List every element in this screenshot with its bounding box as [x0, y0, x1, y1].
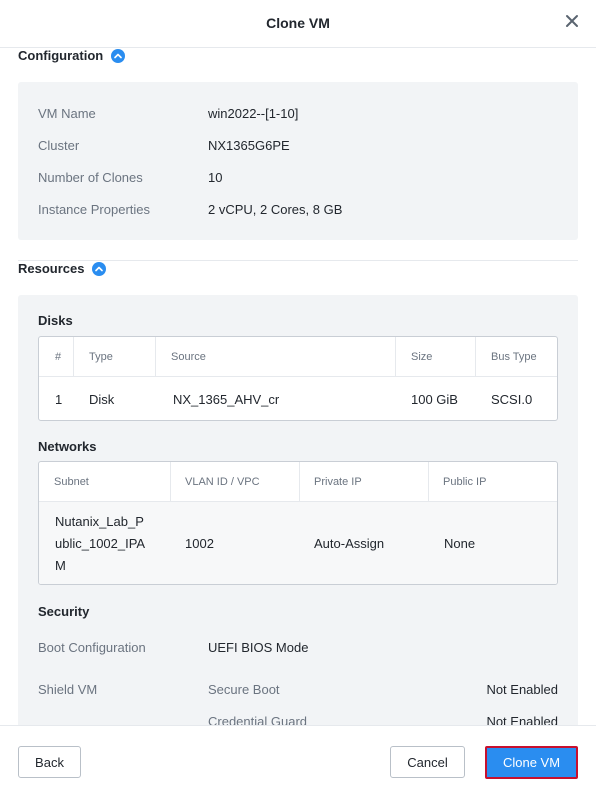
- networks-heading: Networks: [38, 439, 97, 454]
- column-header-vlan[interactable]: VLAN ID / VPC: [185, 476, 260, 488]
- column-header-type[interactable]: Type: [89, 351, 113, 363]
- disk-row-source: NX_1365_AHV_cr: [173, 392, 280, 407]
- number-of-clones-value: 10: [208, 170, 223, 185]
- clone-vm-button[interactable]: Clone VM: [489, 750, 574, 775]
- credential-guard-label: Credential Guard: [208, 714, 307, 725]
- credential-guard-status: Not Enabled: [486, 714, 558, 725]
- chevron-up-icon[interactable]: [92, 261, 107, 276]
- chevron-up-icon[interactable]: [111, 48, 126, 63]
- resources-heading: Resources: [18, 261, 107, 276]
- configuration-title: Configuration: [18, 48, 104, 63]
- dialog-body[interactable]: Configuration VM Name win2022--[1-10] Cl…: [0, 48, 596, 725]
- column-separator: [170, 462, 171, 502]
- disk-row-number: 1: [55, 392, 63, 407]
- number-of-clones-label: Number of Clones: [38, 170, 143, 185]
- network-subnet-line1: Nutanix_Lab_P: [55, 514, 144, 529]
- disk-row-type: Disk: [89, 392, 115, 407]
- network-public-ip: None: [444, 536, 476, 551]
- network-subnet-line2: ublic_1002_IPA: [55, 536, 146, 551]
- dialog-footer: Back Cancel Clone VM: [0, 725, 596, 793]
- back-button[interactable]: Back: [18, 746, 81, 778]
- network-vlan: 1002: [185, 536, 214, 551]
- disks-table-header: [39, 337, 557, 377]
- column-header-source[interactable]: Source: [171, 351, 206, 363]
- instance-properties-label: Instance Properties: [38, 202, 151, 217]
- column-header-public-ip[interactable]: Public IP: [443, 476, 486, 488]
- close-icon[interactable]: [564, 13, 580, 29]
- cancel-button[interactable]: Cancel: [390, 746, 465, 778]
- instance-properties-value: 2 vCPU, 2 Cores, 8 GB: [208, 202, 343, 217]
- boot-configuration-label: Boot Configuration: [38, 640, 146, 655]
- column-separator: [428, 462, 429, 502]
- networks-table: Subnet VLAN ID / VPC Private IP Public I…: [38, 461, 558, 585]
- column-separator: [475, 337, 476, 377]
- clone-vm-button-highlight: Clone VM: [485, 746, 578, 779]
- network-subnet-line3: M: [55, 558, 66, 573]
- secure-boot-label: Secure Boot: [208, 682, 280, 697]
- security-heading: Security: [38, 604, 90, 619]
- column-header-subnet[interactable]: Subnet: [54, 476, 89, 488]
- column-separator: [395, 337, 396, 377]
- vm-name-value: win2022--[1-10]: [208, 106, 299, 121]
- disks-table: # Type Source Size Bus Type 1 Disk NX_13…: [38, 336, 558, 421]
- column-header-private-ip[interactable]: Private IP: [314, 476, 362, 488]
- column-separator: [155, 337, 156, 377]
- secure-boot-status: Not Enabled: [486, 682, 558, 697]
- shield-vm-label: Shield VM: [38, 682, 98, 697]
- column-header-bus-type[interactable]: Bus Type: [491, 351, 537, 363]
- column-header-number[interactable]: #: [55, 351, 61, 363]
- network-private-ip: Auto-Assign: [314, 536, 385, 551]
- configuration-heading: Configuration: [18, 48, 126, 63]
- dialog-title: Clone VM: [266, 15, 330, 31]
- disk-row-bus: SCSI.0: [491, 392, 533, 407]
- boot-configuration-value: UEFI BIOS Mode: [208, 640, 309, 655]
- disks-heading: Disks: [38, 313, 73, 328]
- vm-name-label: VM Name: [38, 106, 96, 121]
- cluster-value: NX1365G6PE: [208, 138, 290, 153]
- configuration-panel: VM Name win2022--[1-10] Cluster NX1365G6…: [18, 82, 578, 240]
- resources-panel: Disks # Type Source Size Bus Type 1 Disk…: [18, 295, 578, 725]
- cluster-label: Cluster: [38, 138, 80, 153]
- resources-title: Resources: [18, 261, 85, 276]
- dialog-header: Clone VM: [0, 0, 596, 48]
- column-separator: [73, 337, 74, 377]
- column-separator: [299, 462, 300, 502]
- column-header-size[interactable]: Size: [411, 351, 432, 363]
- disk-row-size: 100 GiB: [411, 392, 458, 407]
